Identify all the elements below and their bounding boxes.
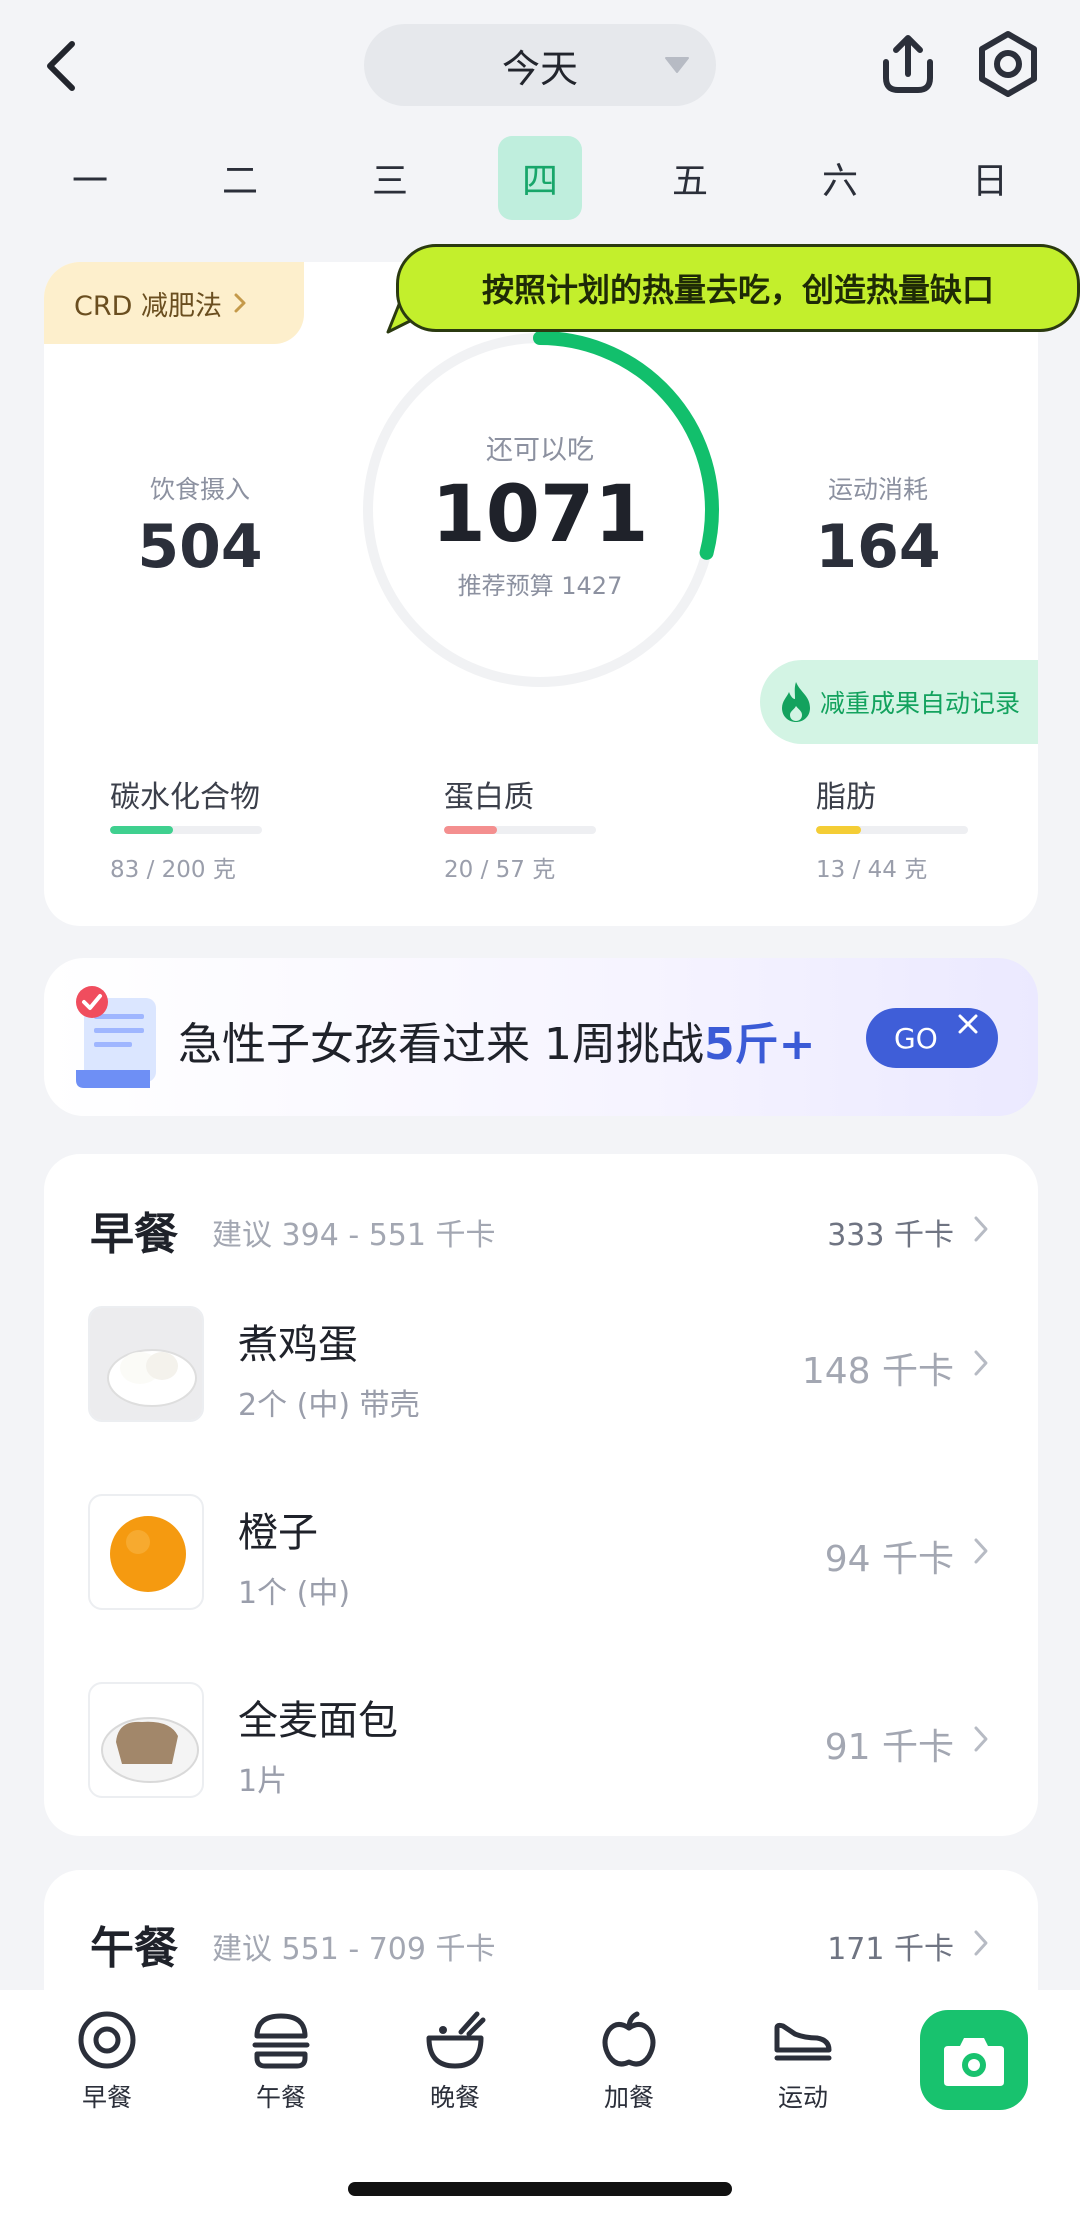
macro-carbs-name: 碳水化合物 — [110, 780, 260, 815]
checklist-scroll-icon — [76, 986, 156, 1088]
breakfast-suggest: 建议 394 - 551 千卡 — [212, 1218, 496, 1253]
nav-breakfast-label: 早餐 — [81, 2083, 132, 2112]
apple-icon — [602, 2011, 656, 2067]
date-selector[interactable]: 今天 — [364, 24, 716, 106]
remaining-label: 还可以吃 — [486, 435, 594, 466]
nav-breakfast[interactable]: 早餐 — [42, 2008, 172, 2118]
nav-lunch-label: 午餐 — [255, 2083, 306, 2112]
nav-snack[interactable]: 加餐 — [564, 2008, 694, 2118]
shoe-icon — [774, 2022, 832, 2061]
food-kcal-egg[interactable]: 148 千卡 — [754, 1342, 954, 1394]
day-sat[interactable]: 六 — [798, 136, 882, 220]
close-icon[interactable] — [954, 1010, 982, 1038]
macro-carbs-fill — [110, 826, 174, 834]
week-selector: 一 二 三 四 五 六 日 — [42, 136, 1042, 220]
date-label: 今天 — [501, 46, 578, 91]
home-indicator — [348, 2182, 732, 2196]
chevron-right-icon — [974, 1930, 988, 1956]
share-icon — [883, 35, 933, 93]
chevron-right-icon — [974, 1216, 988, 1242]
macro-fat-track — [816, 826, 968, 834]
back-button[interactable] — [34, 30, 94, 100]
day-wed[interactable]: 三 — [348, 136, 432, 220]
food-portion-bread: 1片 — [238, 1764, 288, 1799]
go-button-label: GO — [894, 1021, 938, 1055]
lunch-title: 午餐 — [90, 1923, 178, 1974]
plan-tab[interactable]: CRD 减肥法 — [44, 262, 304, 344]
camera-icon — [944, 2038, 1004, 2086]
breakfast-total[interactable]: 333 千卡 — [754, 1210, 954, 1254]
exercise-label: 运动消耗 — [827, 475, 928, 504]
challenge-text-highlight: 5斤+ — [703, 1019, 816, 1070]
food-name-egg: 煮鸡蛋 — [238, 1322, 358, 1368]
food-name-bread: 全麦面包 — [238, 1698, 398, 1744]
macro-fat-fill — [816, 826, 861, 834]
nav-lunch[interactable]: 午餐 — [216, 2008, 346, 2118]
exercise-value: 164 — [815, 512, 941, 582]
lunch-total[interactable]: 171 千卡 — [754, 1924, 954, 1968]
auto-record-label: 减重成果自动记录 — [820, 689, 1021, 718]
chevron-right-icon — [974, 1538, 988, 1564]
food-name-orange: 橙子 — [238, 1510, 318, 1556]
budget-label: 推荐预算 1427 — [457, 572, 623, 600]
caret-down-icon — [665, 57, 689, 73]
chevron-right-icon — [974, 1726, 988, 1752]
remaining-value: 1071 — [431, 470, 649, 560]
chevron-right-icon — [974, 1350, 988, 1376]
nav-dinner[interactable]: 晚餐 — [390, 2008, 520, 2118]
day-mon[interactable]: 一 — [48, 136, 132, 220]
macro-fat-name: 脂肪 — [816, 780, 876, 815]
auto-record-badge[interactable]: 减重成果自动记录 — [760, 660, 1038, 744]
bowl-icon — [426, 2011, 486, 2069]
day-sun[interactable]: 日 — [948, 136, 1032, 220]
plate-icon — [78, 2011, 136, 2069]
food-kcal-orange[interactable]: 94 千卡 — [754, 1530, 954, 1582]
food-portion-egg: 2个 (中) 带壳 — [238, 1388, 420, 1423]
food-kcal-bread[interactable]: 91 千卡 — [754, 1718, 954, 1770]
day-thu[interactable]: 四 — [498, 136, 582, 220]
intake-value: 504 — [137, 512, 263, 582]
macro-carbs-track — [110, 826, 262, 834]
chevron-right-icon — [234, 293, 246, 313]
nav-snack-label: 加餐 — [603, 2083, 654, 2112]
tip-bubble: 按照计划的热量去吃，创造热量缺口 — [396, 244, 1080, 332]
flame-icon — [782, 682, 810, 722]
share-button[interactable] — [872, 28, 944, 100]
day-tue[interactable]: 二 — [198, 136, 282, 220]
day-fri[interactable]: 五 — [648, 136, 732, 220]
food-portion-orange: 1个 (中) — [238, 1576, 351, 1611]
burger-icon — [252, 2013, 310, 2069]
nav-exercise-label: 运动 — [777, 2083, 828, 2112]
macro-protein-fill — [444, 826, 498, 834]
intake-label: 饮食摄入 — [149, 475, 250, 504]
boiled-egg-image — [90, 1308, 202, 1420]
settings-button[interactable] — [972, 28, 1044, 100]
macro-protein-track — [444, 826, 596, 834]
challenge-text-main: 急性子女孩看过来 1周挑战 — [178, 1019, 704, 1070]
macro-protein-name: 蛋白质 — [444, 780, 534, 815]
orange-image — [110, 1516, 186, 1592]
macro-fat-value: 13 / 44 克 — [816, 857, 928, 883]
macro-protein-value: 20 / 57 克 — [444, 857, 556, 883]
nav-dinner-label: 晚餐 — [429, 2083, 480, 2112]
challenge-text: 急性子女孩看过来 1周挑战5斤+ — [178, 1008, 815, 1072]
chevron-left-icon — [47, 41, 75, 91]
lunch-suggest: 建议 551 - 709 千卡 — [212, 1932, 496, 1967]
bread-image — [101, 1717, 199, 1783]
gear-icon — [979, 31, 1037, 97]
nav-exercise[interactable]: 运动 — [738, 2008, 868, 2118]
food-thumb-bread — [88, 1682, 204, 1798]
food-thumb-egg — [88, 1306, 204, 1422]
macro-carbs-value: 83 / 200 克 — [110, 857, 236, 883]
camera-button[interactable] — [920, 2010, 1028, 2110]
plan-label: CRD 减肥法 — [74, 290, 222, 322]
food-thumb-orange — [88, 1494, 204, 1610]
breakfast-title: 早餐 — [90, 1209, 178, 1260]
